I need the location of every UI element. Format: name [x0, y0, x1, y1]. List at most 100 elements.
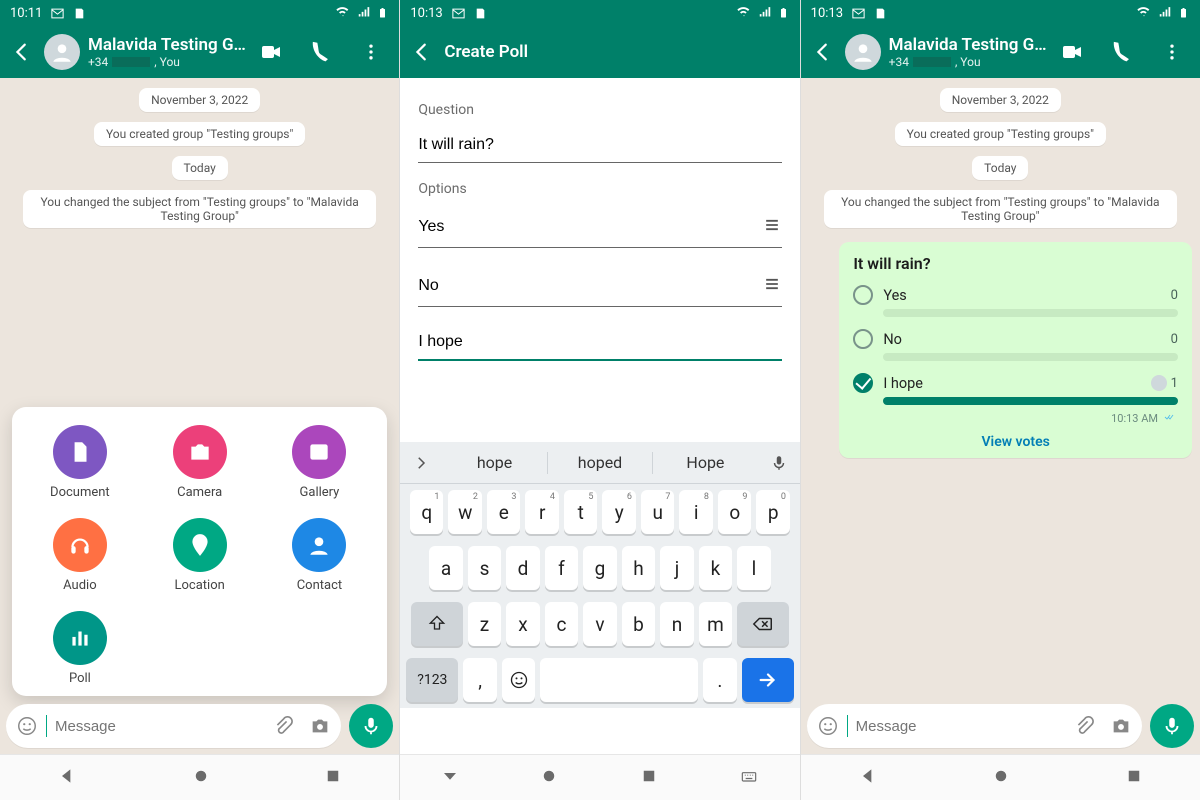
attach-poll[interactable]: Poll [20, 611, 140, 686]
key-b[interactable]: b [622, 602, 656, 646]
key-v[interactable]: v [583, 602, 617, 646]
nav-home[interactable] [192, 767, 210, 789]
back-button[interactable] [809, 38, 837, 66]
poll-option-2[interactable]: I hope 1 [853, 373, 1178, 393]
voice-call-button[interactable] [1108, 38, 1136, 66]
nav-back-down[interactable] [441, 767, 459, 789]
key-m[interactable]: m [699, 602, 733, 646]
camera-icon[interactable] [1110, 715, 1132, 737]
attach-audio[interactable]: Audio [20, 518, 140, 593]
gallery-icon [292, 425, 346, 479]
key-f[interactable]: f [545, 546, 579, 590]
suggestion-3[interactable]: Hope [653, 453, 757, 472]
attach-icon[interactable] [1072, 715, 1094, 737]
nav-back[interactable] [858, 766, 878, 790]
drag-handle-icon[interactable] [762, 215, 782, 239]
mic-button[interactable] [1150, 704, 1194, 748]
shift-key[interactable] [411, 602, 463, 646]
key-c[interactable]: c [545, 602, 579, 646]
key-e[interactable]: e3 [487, 490, 521, 534]
attach-icon[interactable] [271, 715, 293, 737]
key-w[interactable]: w2 [448, 490, 482, 534]
key-k[interactable]: k [699, 546, 733, 590]
key-g[interactable]: g [583, 546, 617, 590]
drag-handle-icon[interactable] [762, 274, 782, 298]
key-p[interactable]: p0 [756, 490, 790, 534]
comma-key[interactable]: , [463, 658, 497, 702]
video-call-button[interactable] [1058, 38, 1086, 66]
enter-key[interactable] [742, 658, 794, 702]
appbar-titles[interactable]: Malavida Testing Group +34, You [88, 35, 249, 69]
suggestion-1[interactable]: hope [442, 453, 546, 472]
key-i[interactable]: i8 [679, 490, 713, 534]
key-a[interactable]: a [429, 546, 463, 590]
option-input[interactable] [418, 218, 761, 236]
nav-home[interactable] [992, 767, 1010, 789]
question-input[interactable] [418, 136, 781, 154]
key-s[interactable]: s [468, 546, 502, 590]
group-avatar[interactable] [44, 34, 80, 70]
voice-call-button[interactable] [307, 38, 335, 66]
option-input[interactable] [418, 333, 781, 351]
emoji-icon[interactable] [16, 715, 38, 737]
symbols-key[interactable]: ?123 [406, 658, 458, 702]
key-z[interactable]: z [468, 602, 502, 646]
space-key[interactable] [540, 658, 698, 702]
nav-back[interactable] [57, 766, 77, 790]
key-r[interactable]: r4 [525, 490, 559, 534]
key-o[interactable]: o9 [718, 490, 752, 534]
poll-message[interactable]: It will rain? Yes 0 No 0 I hope 1 10:13 … [839, 242, 1192, 458]
key-u[interactable]: u7 [641, 490, 675, 534]
more-button[interactable] [1158, 38, 1186, 66]
message-field[interactable] [6, 704, 341, 748]
key-l[interactable]: l [737, 546, 771, 590]
poll-option-0[interactable]: Yes 0 [853, 285, 1178, 305]
period-key[interactable]: . [703, 658, 737, 702]
suggestion-2[interactable]: hoped [548, 453, 652, 472]
group-avatar[interactable] [845, 34, 881, 70]
emoji-key[interactable] [502, 658, 536, 702]
camera-icon[interactable] [309, 715, 331, 737]
option-field-1[interactable] [418, 266, 781, 307]
attach-location[interactable]: Location [140, 518, 260, 593]
attach-doc[interactable]: Document [20, 425, 140, 500]
nav-recent[interactable] [640, 767, 658, 789]
option-field-0[interactable] [418, 207, 781, 248]
key-t[interactable]: t5 [564, 490, 598, 534]
attach-contact[interactable]: Contact [260, 518, 380, 593]
poll-radio[interactable] [853, 329, 873, 349]
message-field[interactable] [807, 704, 1142, 748]
poll-radio[interactable] [853, 285, 873, 305]
attach-gallery[interactable]: Gallery [260, 425, 380, 500]
more-button[interactable] [357, 38, 385, 66]
backspace-key[interactable] [737, 602, 789, 646]
key-d[interactable]: d [506, 546, 540, 590]
attach-camera[interactable]: Camera [140, 425, 260, 500]
nav-keyboard[interactable] [739, 766, 759, 790]
nav-home[interactable] [540, 767, 558, 789]
key-j[interactable]: j [660, 546, 694, 590]
emoji-icon[interactable] [817, 715, 839, 737]
option-field-2[interactable] [418, 325, 781, 361]
nav-recent[interactable] [1125, 767, 1143, 789]
view-votes-button[interactable]: View votes [853, 434, 1178, 450]
mic-button[interactable] [349, 704, 393, 748]
key-y[interactable]: y6 [602, 490, 636, 534]
voice-input-icon[interactable] [758, 454, 800, 472]
back-button[interactable] [408, 38, 436, 66]
poll-option-1[interactable]: No 0 [853, 329, 1178, 349]
option-input[interactable] [418, 277, 761, 295]
video-call-button[interactable] [257, 38, 285, 66]
message-input[interactable] [856, 718, 1064, 735]
message-input[interactable] [55, 718, 263, 735]
poll-radio[interactable] [853, 373, 873, 393]
key-q[interactable]: q1 [410, 490, 444, 534]
key-n[interactable]: n [660, 602, 694, 646]
appbar-titles[interactable]: Malavida Testing Group +34, You [889, 35, 1050, 69]
expand-suggestions[interactable] [400, 454, 442, 472]
back-button[interactable] [8, 38, 36, 66]
nav-recent[interactable] [324, 767, 342, 789]
question-field[interactable] [418, 128, 781, 163]
key-x[interactable]: x [506, 602, 540, 646]
key-h[interactable]: h [622, 546, 656, 590]
